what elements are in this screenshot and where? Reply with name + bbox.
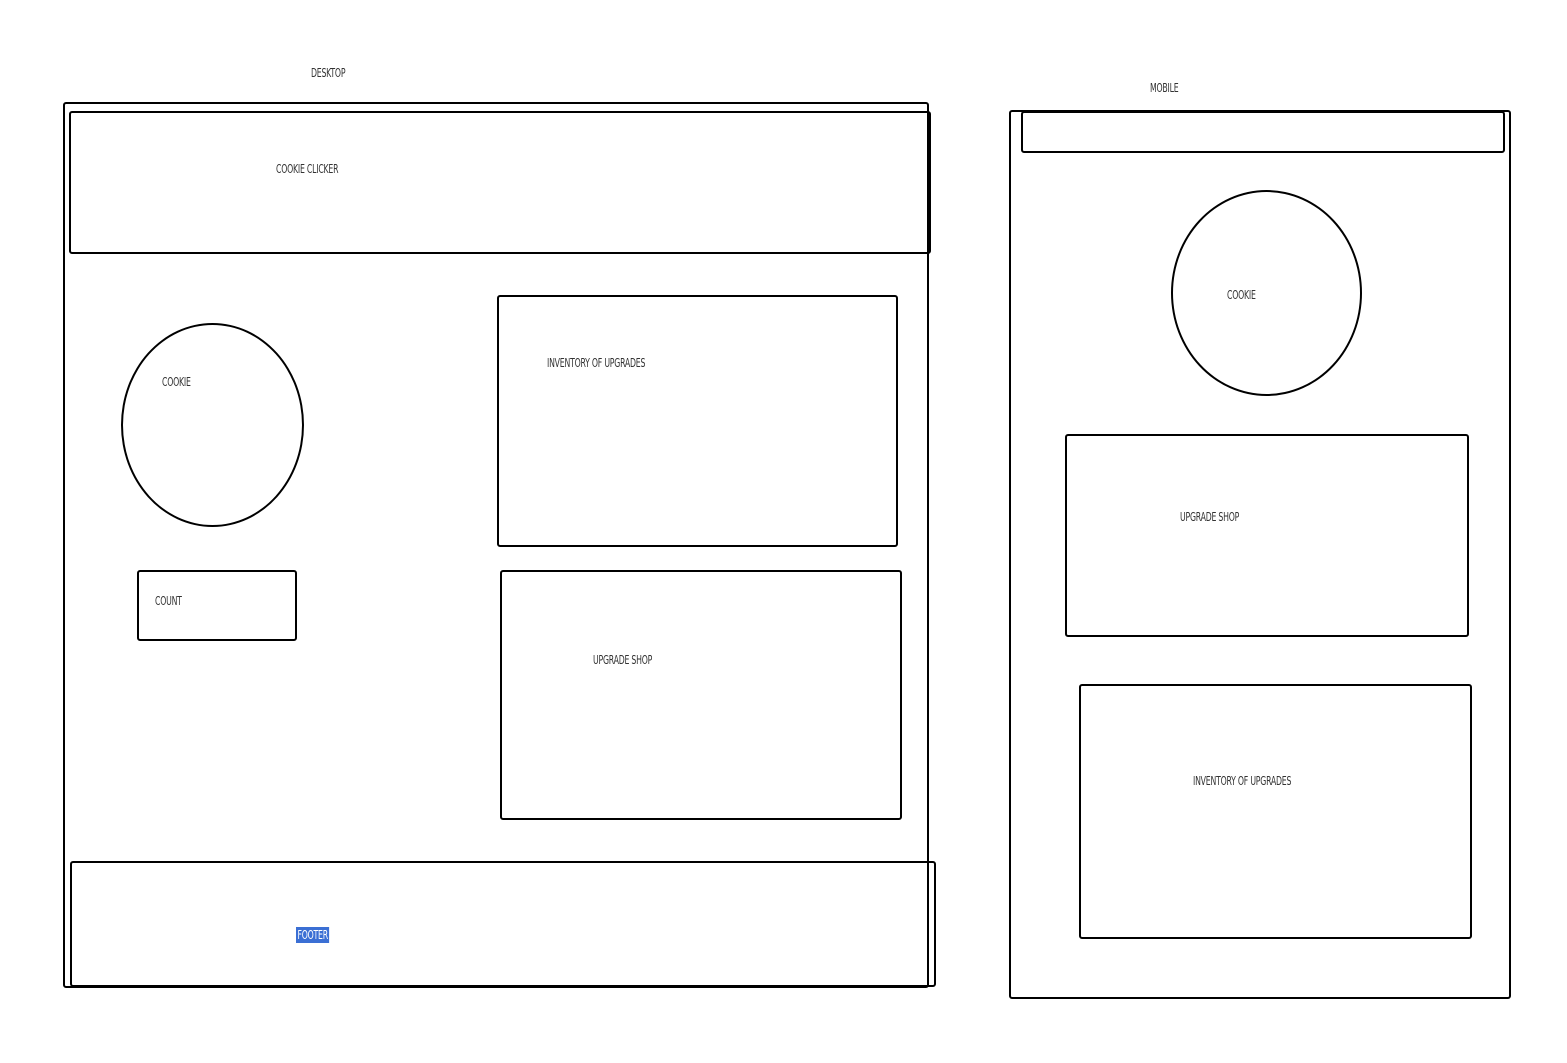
mobile-title: MOBILE xyxy=(1150,81,1179,95)
desktop-inventory-label: INVENTORY OF UPGRADES xyxy=(547,356,646,370)
desktop-inventory-box xyxy=(497,295,898,547)
mobile-inventory-box xyxy=(1079,684,1472,939)
mobile-header-box xyxy=(1021,111,1505,153)
mobile-cookie-circle xyxy=(1171,190,1362,396)
mobile-inventory-label: INVENTORY OF UPGRADES xyxy=(1193,774,1292,788)
mobile-shop-box xyxy=(1065,434,1469,637)
desktop-cookie-label: COOKIE xyxy=(162,375,191,389)
desktop-header-box xyxy=(69,111,931,254)
desktop-footer-label: FOOTER xyxy=(296,927,330,943)
desktop-header-label: COOKIE CLICKER xyxy=(276,162,339,176)
desktop-footer-box xyxy=(70,861,936,987)
mobile-shop-label: UPGRADE SHOP xyxy=(1180,510,1240,524)
mobile-cookie-label: COOKIE xyxy=(1227,288,1256,302)
desktop-title: DESKTOP xyxy=(311,66,346,80)
desktop-shop-box xyxy=(500,570,902,820)
desktop-count-label: COUNT xyxy=(155,594,182,608)
desktop-cookie-circle xyxy=(121,323,304,527)
desktop-shop-label: UPGRADE SHOP xyxy=(593,653,653,667)
